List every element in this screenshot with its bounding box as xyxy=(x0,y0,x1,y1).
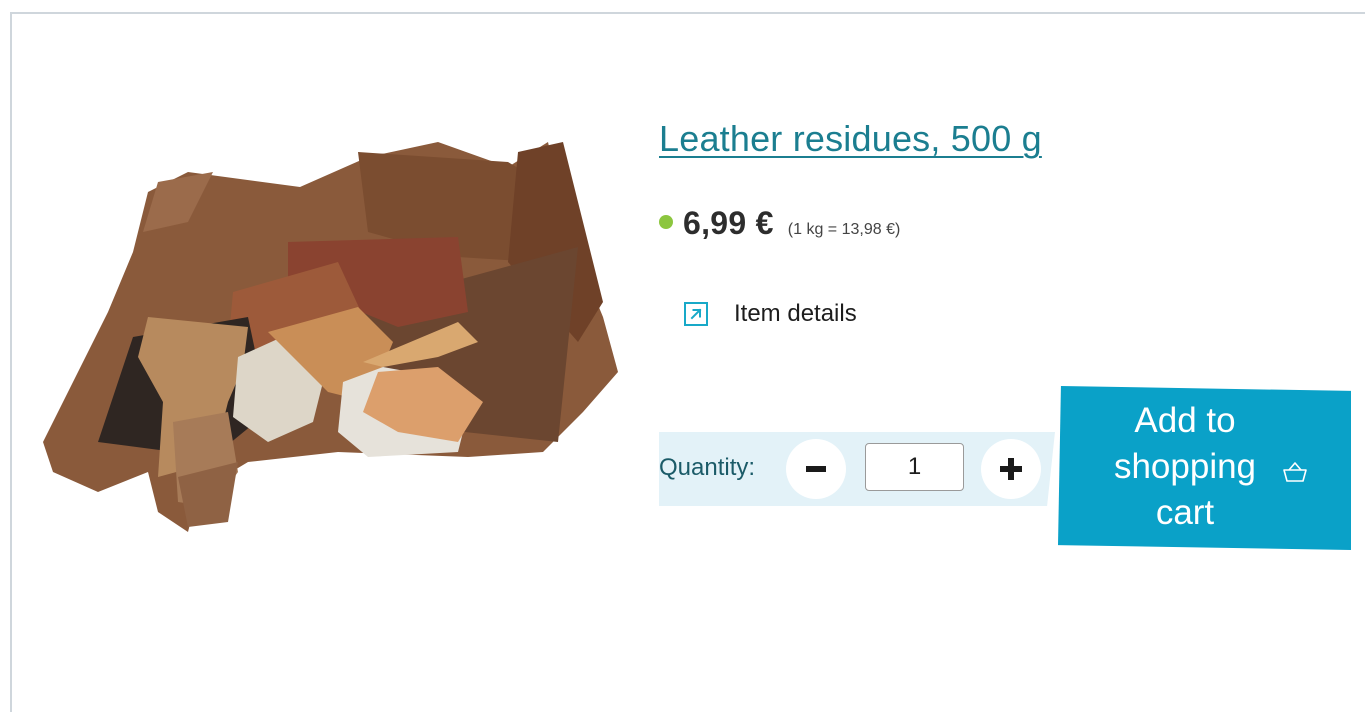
price-row: 6,99 € (1 kg = 13,98 €) xyxy=(659,205,900,242)
item-details-label: Item details xyxy=(734,300,857,327)
quantity-input[interactable] xyxy=(865,443,964,491)
availability-dot xyxy=(659,215,673,229)
price: 6,99 € xyxy=(683,205,774,241)
product-image[interactable] xyxy=(38,112,628,542)
basket-icon[interactable] xyxy=(1281,460,1309,484)
unit-price: (1 kg = 13,98 €) xyxy=(787,221,901,238)
quantity-label: Quantity: xyxy=(659,454,756,481)
minus-icon xyxy=(806,466,826,472)
item-details-link[interactable]: Item details xyxy=(684,300,857,328)
plus-icon xyxy=(1000,458,1022,480)
external-link-icon xyxy=(684,302,708,326)
product-title[interactable]: Leather residues, 500 g xyxy=(659,118,1042,160)
leather-scraps-photo xyxy=(43,142,618,532)
increase-quantity-button[interactable] xyxy=(981,439,1041,499)
decrease-quantity-button[interactable] xyxy=(786,439,846,499)
add-to-cart-label[interactable]: Add to shopping cart xyxy=(1110,398,1260,536)
